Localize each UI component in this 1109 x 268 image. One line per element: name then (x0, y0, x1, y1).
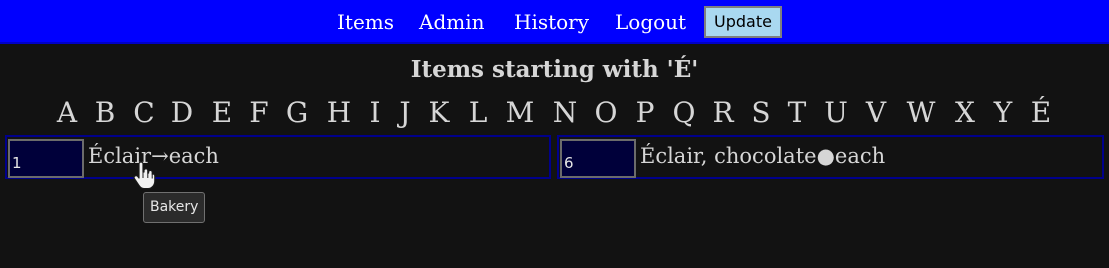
letter-link-l[interactable]: L (461, 94, 495, 132)
letter-link-s[interactable]: S (744, 94, 778, 132)
letter-link-q[interactable]: Q (667, 94, 701, 132)
letter-link-b[interactable]: B (88, 94, 122, 132)
letter-link-x[interactable]: X (948, 94, 982, 132)
nav-link-items[interactable]: Items (337, 9, 394, 35)
letter-link-t[interactable]: T (780, 94, 814, 132)
letter-link-v[interactable]: V (859, 94, 893, 132)
letter-link-n[interactable]: N (548, 94, 582, 132)
letter-link-y[interactable]: Y (986, 94, 1020, 132)
quantity-input[interactable] (560, 139, 636, 178)
update-button[interactable]: Update (704, 6, 782, 38)
hand-pointer-icon (133, 162, 156, 190)
letter-link-c[interactable]: C (127, 94, 161, 132)
letter-link-d[interactable]: D (165, 94, 199, 132)
item-row: Éclair→each (5, 135, 551, 179)
nav-link-history[interactable]: History (514, 9, 589, 35)
letter-link-u[interactable]: U (819, 94, 853, 132)
letter-link-p[interactable]: P (628, 94, 662, 132)
quantity-input[interactable] (8, 139, 84, 178)
letter-link-r[interactable]: R (706, 94, 740, 132)
item-unit: each (168, 144, 219, 168)
letter-link-j[interactable]: J (388, 94, 422, 132)
letter-link-w[interactable]: W (904, 94, 938, 132)
top-nav-bar: Items Admin History Logout Update (0, 0, 1109, 44)
alphabet-index: A B C D E F G H I J K L M N O P Q R S T … (0, 94, 1109, 132)
letter-link-o[interactable]: O (589, 94, 623, 132)
category-tooltip: Bakery (143, 192, 206, 223)
item-row: Éclair, chocolate●each (557, 135, 1104, 179)
item-unit: each (834, 144, 886, 168)
letter-link-e-acute[interactable]: É (1024, 94, 1058, 132)
letter-link-m[interactable]: M (503, 94, 537, 132)
item-name: Éclair, chocolate (640, 144, 817, 168)
letter-link-g[interactable]: G (280, 94, 314, 132)
dot-separator-icon: ● (816, 144, 835, 168)
letter-link-h[interactable]: H (322, 94, 356, 132)
letter-link-f[interactable]: F (242, 94, 276, 132)
letter-link-a[interactable]: A (50, 94, 84, 132)
item-label[interactable]: Éclair, chocolate●each (640, 142, 885, 170)
nav-link-admin[interactable]: Admin (419, 9, 485, 35)
letter-link-e[interactable]: E (205, 94, 239, 132)
nav-link-logout[interactable]: Logout (615, 9, 686, 35)
letter-link-k[interactable]: K (422, 94, 456, 132)
letter-link-i[interactable]: I (358, 94, 392, 132)
page-title: Items starting with 'É' (410, 56, 699, 83)
